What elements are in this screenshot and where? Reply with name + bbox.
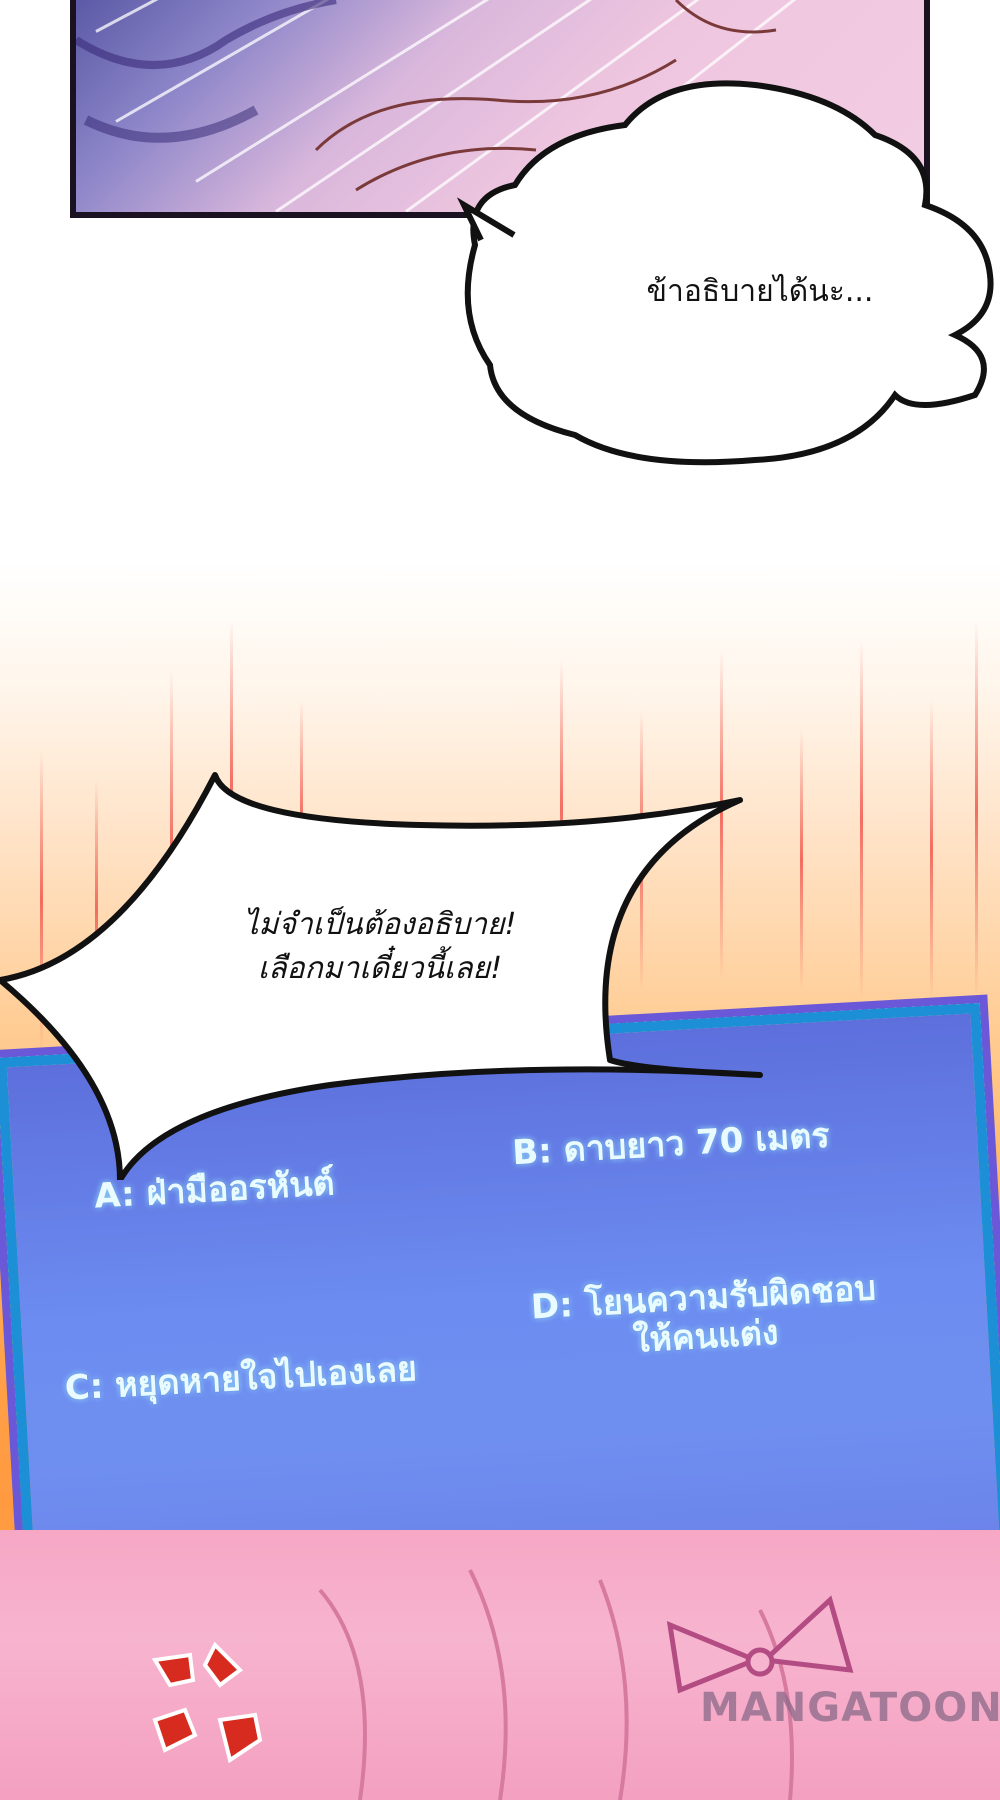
watermark: MANGATOON [700, 1685, 1000, 1731]
speech-bubble-2-line2: เลือกมาเดี๋ยวนี้เลย! [257, 950, 503, 986]
speech-bubble-1-text: ข้าอธิบายได้นะ... [646, 274, 874, 309]
quiz-option-d: D: โยนความรับผิดชอบ ให้คนแต่ง [530, 1268, 879, 1366]
speech-bubble-2-line1: ไม่จำเป็นต้องอธิบาย! [243, 907, 517, 942]
quiz-option-c: C: หยุดหายใจไปเองเลย [63, 1348, 418, 1409]
anger-mark-icon [151, 1641, 263, 1764]
speech-bubble-2-text: ไม่จำเป็นต้องอธิบาย! เลือกมาเดี๋ยวนี้เลย… [180, 903, 580, 990]
